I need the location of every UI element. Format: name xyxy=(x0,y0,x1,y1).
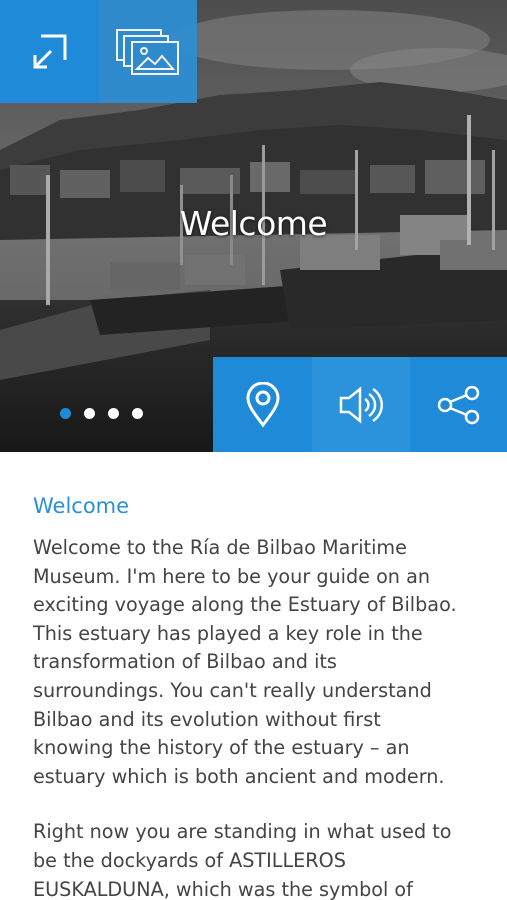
article-body: Welcome Welcome to the Ría de Bilbao Mar… xyxy=(33,490,483,900)
section-heading: Welcome xyxy=(33,494,130,518)
hero-carousel[interactable]: Welcome xyxy=(0,0,507,452)
carousel-indicator xyxy=(60,408,143,419)
carousel-dot[interactable] xyxy=(84,408,95,419)
expand-icon xyxy=(33,34,66,68)
article-paragraph: Right now you are standing in what used … xyxy=(33,820,452,900)
share-icon xyxy=(437,385,479,424)
expand-button[interactable] xyxy=(0,0,99,103)
app-screen: Welcome Welcome Welcome to the Ría de Bi… xyxy=(0,0,507,900)
speaker-icon xyxy=(339,385,383,424)
carousel-dot[interactable] xyxy=(60,408,71,419)
hero-title: Welcome xyxy=(179,204,328,243)
map-pin-icon xyxy=(245,381,280,427)
share-button[interactable] xyxy=(410,357,507,452)
carousel-dot[interactable] xyxy=(132,408,143,419)
map-button[interactable] xyxy=(213,357,312,452)
gallery-icon xyxy=(116,28,179,75)
article-paragraph: Welcome to the Ría de Bilbao Maritime Mu… xyxy=(33,536,457,788)
audio-button[interactable] xyxy=(312,357,410,452)
carousel-dot[interactable] xyxy=(108,408,119,419)
gallery-button[interactable] xyxy=(99,0,197,103)
